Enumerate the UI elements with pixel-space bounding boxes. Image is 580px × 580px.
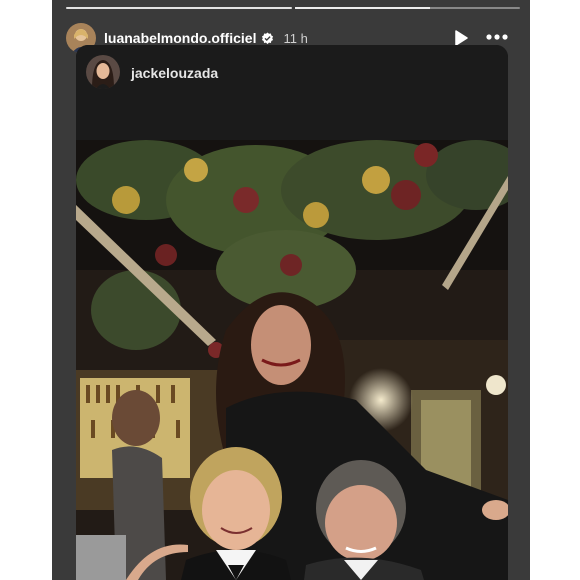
shared-post-card[interactable]: jackelouzada <box>76 45 508 580</box>
shared-post-header: jackelouzada <box>76 45 508 140</box>
shared-post-username[interactable]: jackelouzada <box>131 65 218 81</box>
story-username[interactable]: luanabelmondo.officiel <box>104 30 256 46</box>
story-progress <box>66 7 520 10</box>
avatar-image <box>86 55 120 89</box>
progress-segment <box>66 7 292 9</box>
more-options-icon[interactable] <box>486 34 508 40</box>
story-timestamp: 11 h <box>283 30 308 46</box>
story-viewer: luanabelmondo.officiel 11 h jackelouzada <box>52 0 530 580</box>
shared-post-avatar[interactable] <box>86 55 120 89</box>
play-icon[interactable] <box>454 30 468 46</box>
shared-post-photo <box>76 140 508 580</box>
progress-segment-current <box>294 7 520 9</box>
verified-badge-icon <box>262 31 274 44</box>
